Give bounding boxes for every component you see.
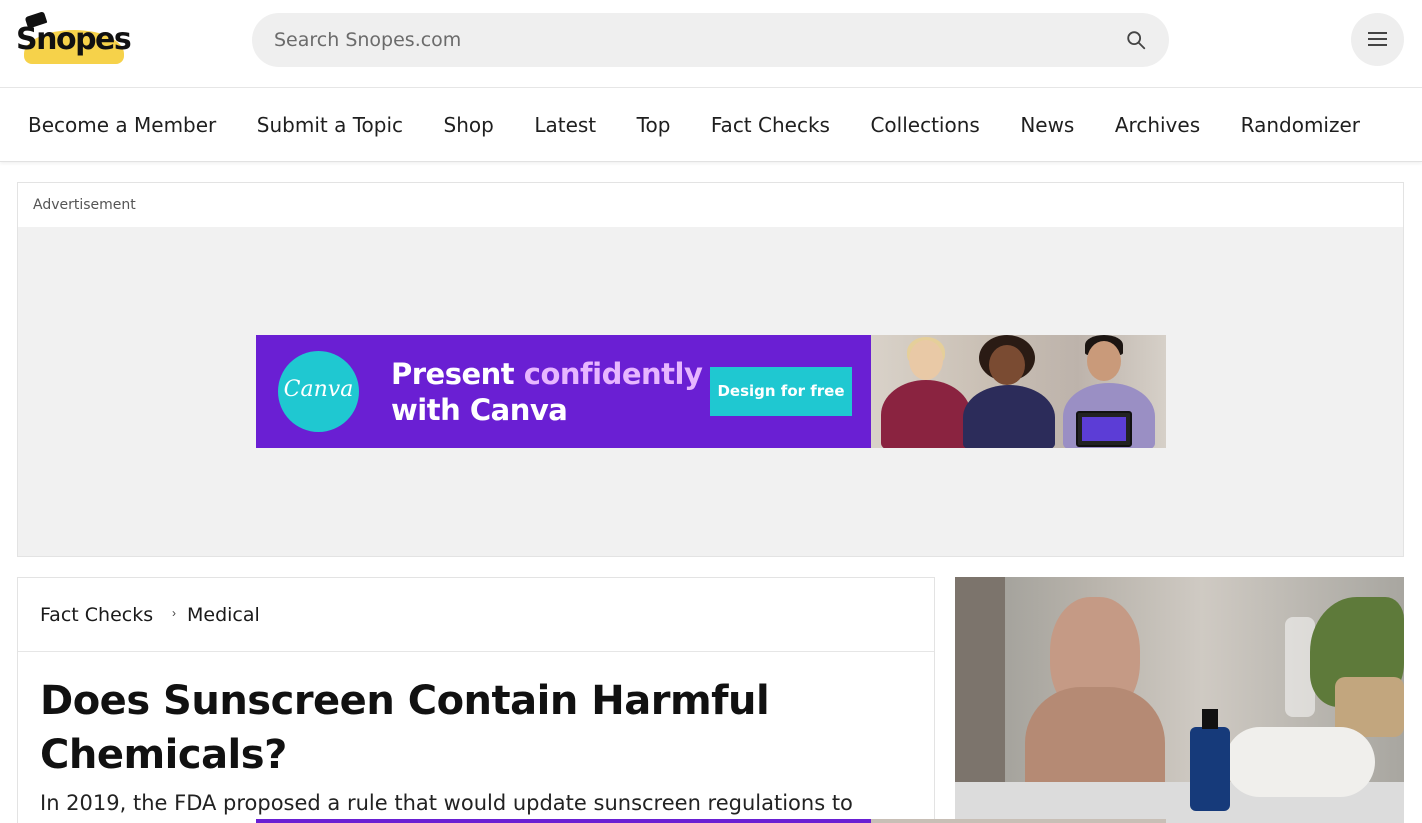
nav-fact-checks[interactable]: Fact Checks [711,113,830,137]
article-video-thumbnail[interactable] [955,577,1404,823]
breadcrumb-fact-checks[interactable]: Fact Checks [40,604,153,626]
nav-become-a-member[interactable]: Become a Member [28,113,216,137]
search-icon[interactable] [1125,29,1147,51]
site-header: Snopes [0,0,1422,88]
main-nav: Become a Member Submit a Topic Shop Late… [0,89,1422,162]
canva-logo-text: Canva [283,377,354,402]
breadcrumb-medical[interactable]: Medical [187,604,260,626]
ad-label: Advertisement [33,197,136,213]
article-title[interactable]: Does Sunscreen Contain Harmful Chemicals… [40,674,920,782]
search-input[interactable] [274,13,1114,67]
ad-photo-person [909,340,943,380]
logo-text: Snopes [16,22,132,57]
ad-photo-person [1087,341,1121,381]
breadcrumb: Fact Checks › Medical [18,578,934,652]
ad-headline-part2: with Canva [391,393,568,427]
nav-shop[interactable]: Shop [444,113,494,137]
article-summary: In 2019, the FDA proposed a rule that wo… [40,791,853,815]
search-bar [252,13,1169,67]
ad-headline-part1: Present [391,357,515,391]
ad-photo-person [881,380,971,448]
ad-label-bar: Advertisement [18,183,1403,227]
nav-archives[interactable]: Archives [1115,113,1200,137]
canva-logo: Canva [278,351,359,432]
design-for-free-button[interactable]: Design for free [710,367,852,416]
ad-headline-highlight: confidently [523,357,703,391]
menu-icon-line [1368,32,1387,34]
menu-icon-line [1368,38,1387,40]
ad-photo-person [963,385,1055,448]
sticky-ad-edge [256,819,1166,823]
menu-icon-line [1368,44,1387,46]
ad-photo-tablet [1076,411,1132,447]
ad-photo [871,335,1166,448]
video-scene-bottle [1190,709,1230,811]
nav-latest[interactable]: Latest [534,113,596,137]
nav-news[interactable]: News [1020,113,1074,137]
ad-photo-person [989,345,1025,385]
nav-collections[interactable]: Collections [870,113,979,137]
video-scene-shape [1225,727,1375,797]
canva-banner-ad[interactable]: Canva Present confidently with Canva Des… [256,335,1166,448]
snopes-logo[interactable]: Snopes [14,11,132,68]
hamburger-menu-button[interactable] [1351,13,1404,66]
chevron-right-icon: › [172,606,176,620]
article-card: Fact Checks › Medical Does Sunscreen Con… [17,577,935,823]
nav-randomizer[interactable]: Randomizer [1241,113,1360,137]
nav-top[interactable]: Top [637,113,671,137]
nav-submit-a-topic[interactable]: Submit a Topic [257,113,403,137]
ad-headline: Present confidently with Canva [391,356,711,428]
